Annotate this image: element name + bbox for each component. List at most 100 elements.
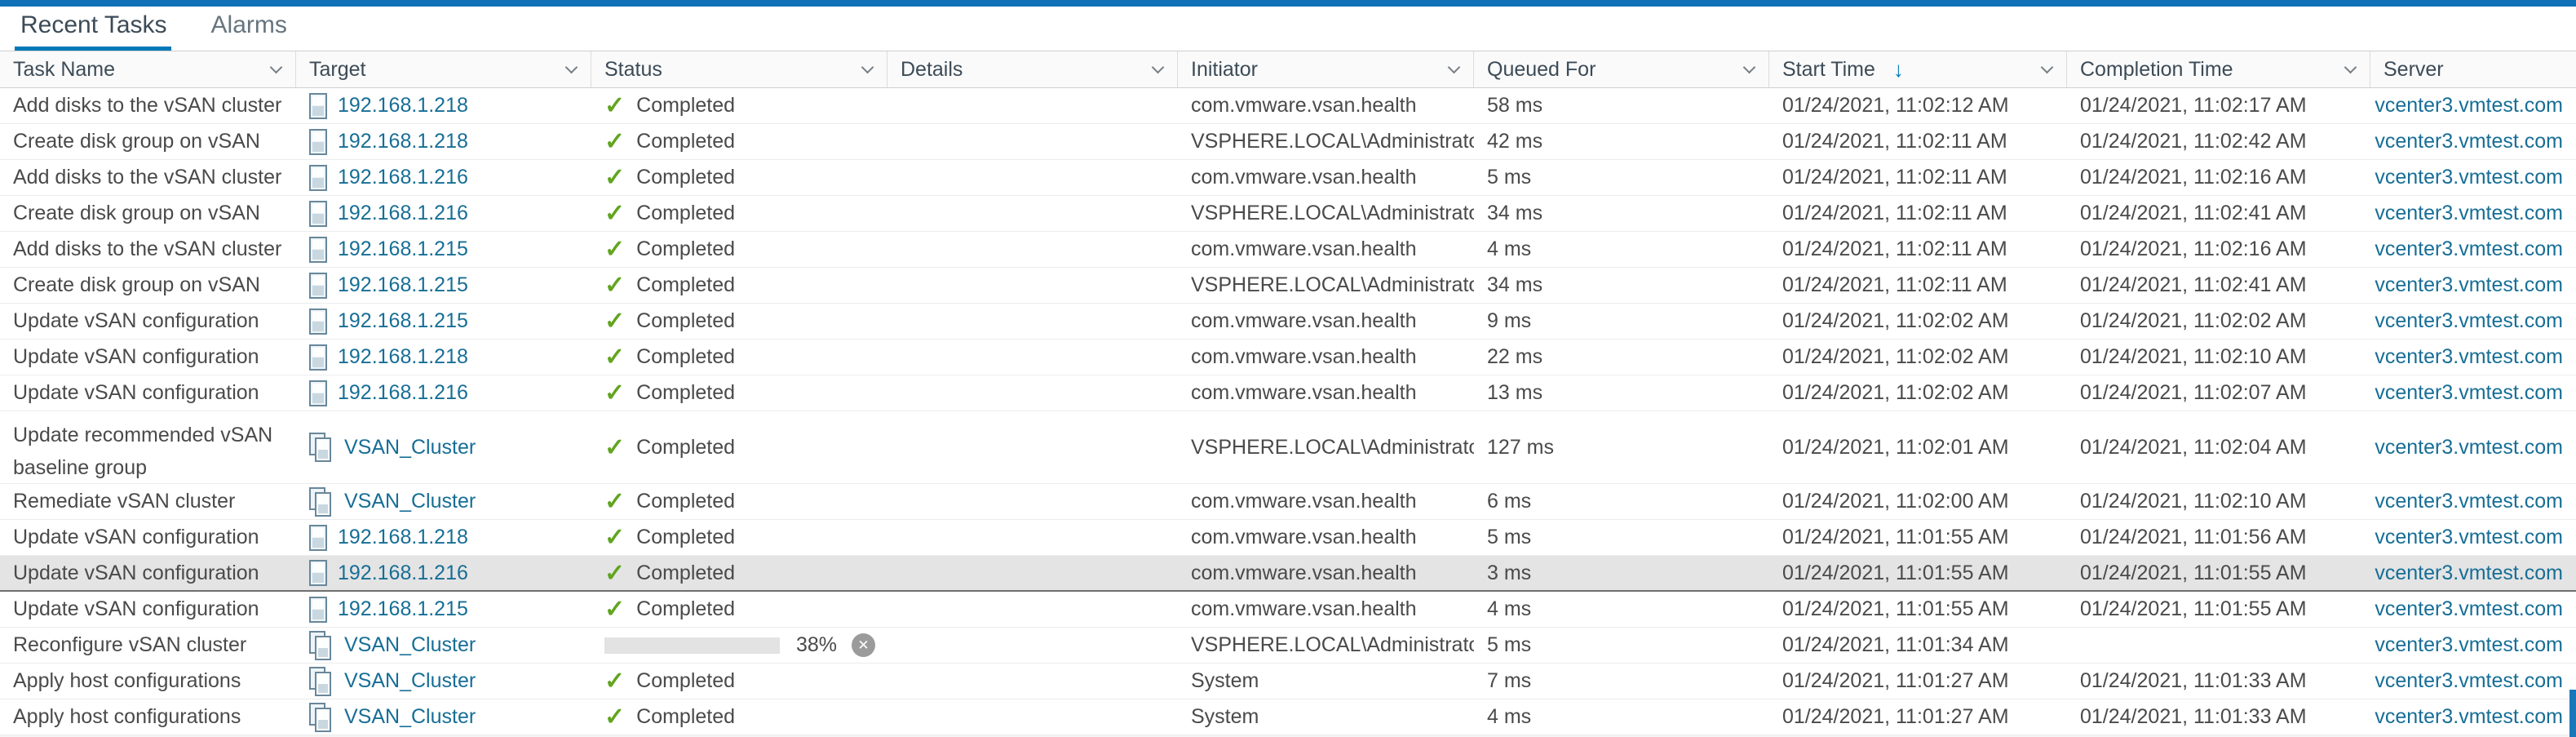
table-row[interactable]: Create disk group on vSAN192.168.1.216✓C… [0,196,2576,232]
check-icon: ✓ [604,595,625,624]
target-link[interactable]: VSAN_Cluster [344,633,476,657]
tab-recent-tasks[interactable]: Recent Tasks [20,11,167,51]
table-row[interactable]: Add disks to the vSAN cluster192.168.1.2… [0,232,2576,268]
table-row[interactable]: Update recommended vSAN baseline groupVS… [0,411,2576,484]
server-link[interactable]: vcenter3.vmtest.com [2375,436,2563,460]
task-name-cell: Create disk group on vSAN [0,273,296,297]
start-time-cell: 01/24/2021, 11:02:02 AM [1769,381,2067,405]
host-icon [309,201,327,227]
target-link[interactable]: VSAN_Cluster [344,490,476,513]
server-link[interactable]: vcenter3.vmtest.com [2375,166,2563,189]
target-link[interactable]: 192.168.1.216 [338,202,468,225]
table-row[interactable]: Apply host configurationsVSAN_Cluster✓Co… [0,664,2576,699]
table-row[interactable]: Apply host configurationsVSAN_Cluster✓Co… [0,699,2576,735]
server-link[interactable]: vcenter3.vmtest.com [2375,94,2563,118]
table-row[interactable]: Add disks to the vSAN cluster192.168.1.2… [0,160,2576,196]
column-header-label: Target [309,58,365,82]
target-link[interactable]: VSAN_Cluster [344,436,476,460]
column-header-completion-time[interactable]: Completion Time [2067,51,2370,87]
server-link[interactable]: vcenter3.vmtest.com [2375,490,2563,513]
start-time-cell: 01/24/2021, 11:01:55 AM [1769,526,2067,549]
column-header-queued-for[interactable]: Queued For [1474,51,1769,87]
initiator-cell: com.vmware.vsan.health [1178,166,1474,189]
target-link[interactable]: 192.168.1.218 [338,345,468,369]
table-row[interactable]: Create disk group on vSAN192.168.1.218✓C… [0,124,2576,160]
column-header-start-time[interactable]: Start Time↓ [1769,51,2067,87]
server-link[interactable]: vcenter3.vmtest.com [2375,381,2563,405]
filter-chevron-icon[interactable] [861,60,874,73]
target-link[interactable]: 192.168.1.216 [338,381,468,405]
initiator-cell: VSPHERE.LOCAL\Administrator [1178,202,1474,225]
start-time-cell: 01/24/2021, 11:02:11 AM [1769,202,2067,225]
table-row[interactable]: Reconfigure vSAN cluster VSAN_Cluster 38% ✕… [0,628,2576,664]
filter-chevron-icon[interactable] [565,60,578,73]
column-header-label: Server [2383,58,2444,82]
server-link[interactable]: vcenter3.vmtest.com [2375,273,2563,297]
progress-bar [604,637,780,654]
server-link[interactable]: vcenter3.vmtest.com [2375,705,2563,729]
server-link[interactable]: vcenter3.vmtest.com [2375,130,2563,153]
server-link[interactable]: vcenter3.vmtest.com [2375,562,2563,585]
server-link[interactable]: vcenter3.vmtest.com [2375,526,2563,549]
table-row[interactable]: Update vSAN configuration192.168.1.215✓C… [0,592,2576,628]
table-row[interactable]: Add disks to the vSAN cluster192.168.1.2… [0,88,2576,124]
filter-chevron-icon[interactable] [270,60,283,73]
target-link[interactable]: 192.168.1.218 [338,526,468,549]
target-link[interactable]: 192.168.1.215 [338,238,468,261]
queued-for-cell: 4 ms [1474,238,1769,261]
cluster-icon [309,667,334,696]
server-link[interactable]: vcenter3.vmtest.com [2375,238,2563,261]
target-link[interactable]: 192.168.1.216 [338,166,468,189]
vertical-scrollbar-thumb[interactable] [2569,690,2576,737]
filter-chevron-icon[interactable] [1448,60,1461,73]
server-link[interactable]: vcenter3.vmtest.com [2375,633,2563,657]
table-row[interactable]: Update vSAN configuration192.168.1.216✓C… [0,375,2576,411]
task-name-cell: Apply host configurations [0,669,296,693]
table-row[interactable]: Update vSAN configuration192.168.1.215✓C… [0,304,2576,340]
target-link[interactable]: VSAN_Cluster [344,669,476,693]
table-row[interactable]: Update vSAN configuration192.168.1.216✓C… [0,556,2576,592]
target-link[interactable]: 192.168.1.215 [338,273,468,297]
column-header-target[interactable]: Target [296,51,591,87]
server-link[interactable]: vcenter3.vmtest.com [2375,597,2563,621]
tasks-table-body: Add disks to the vSAN cluster192.168.1.2… [0,88,2576,735]
server-link[interactable]: vcenter3.vmtest.com [2375,345,2563,369]
table-row[interactable]: Update vSAN configuration192.168.1.218✓C… [0,340,2576,375]
column-header-initiator[interactable]: Initiator [1178,51,1474,87]
target-link[interactable]: 192.168.1.216 [338,562,468,585]
column-header-details[interactable]: Details [887,51,1178,87]
filter-chevron-icon[interactable] [2041,60,2054,73]
target-link[interactable]: 192.168.1.215 [338,309,468,333]
initiator-cell: com.vmware.vsan.health [1178,381,1474,405]
column-header-task-name[interactable]: Task Name [0,51,296,87]
filter-chevron-icon[interactable] [1152,60,1165,73]
server-link[interactable]: vcenter3.vmtest.com [2375,309,2563,333]
task-name-cell: Apply host configurations [0,705,296,729]
table-row[interactable]: Create disk group on vSAN192.168.1.215✓C… [0,268,2576,304]
progress-percent-label: 38% [796,633,837,657]
filter-chevron-icon[interactable] [1743,60,1756,73]
completion-time-cell: 01/24/2021, 11:02:10 AM [2067,345,2370,369]
sort-descending-icon[interactable]: ↓ [1893,57,1904,82]
server-link[interactable]: vcenter3.vmtest.com [2375,202,2563,225]
target-link[interactable]: VSAN_Cluster [344,705,476,729]
column-header-server[interactable]: Server [2370,51,2576,87]
server-link[interactable]: vcenter3.vmtest.com [2375,669,2563,693]
task-name-cell: Remediate vSAN cluster [0,490,296,513]
tab-alarms[interactable]: Alarms [211,11,287,51]
recent-tasks-alarms-tabs: Recent Tasks Alarms [0,7,2576,51]
target-link[interactable]: 192.168.1.218 [338,130,468,153]
column-header-status[interactable]: Status [591,51,887,87]
table-row[interactable]: Update vSAN configuration192.168.1.218✓C… [0,520,2576,556]
cancel-task-button[interactable]: ✕ [852,633,875,657]
host-icon [309,525,327,551]
filter-chevron-icon[interactable] [2344,60,2357,73]
server-cell: vcenter3.vmtest.com [2370,345,2576,369]
target-link[interactable]: 192.168.1.218 [338,94,468,118]
initiator-cell: VSPHERE.LOCAL\Administrator [1178,273,1474,297]
table-row[interactable]: Remediate vSAN clusterVSAN_Cluster✓Compl… [0,484,2576,520]
task-name-label: Reconfigure vSAN cluster [13,633,246,657]
target-link[interactable]: 192.168.1.215 [338,597,468,621]
completion-time-cell: 01/24/2021, 11:01:55 AM [2067,562,2370,585]
target-cell: 192.168.1.215 [296,237,591,263]
